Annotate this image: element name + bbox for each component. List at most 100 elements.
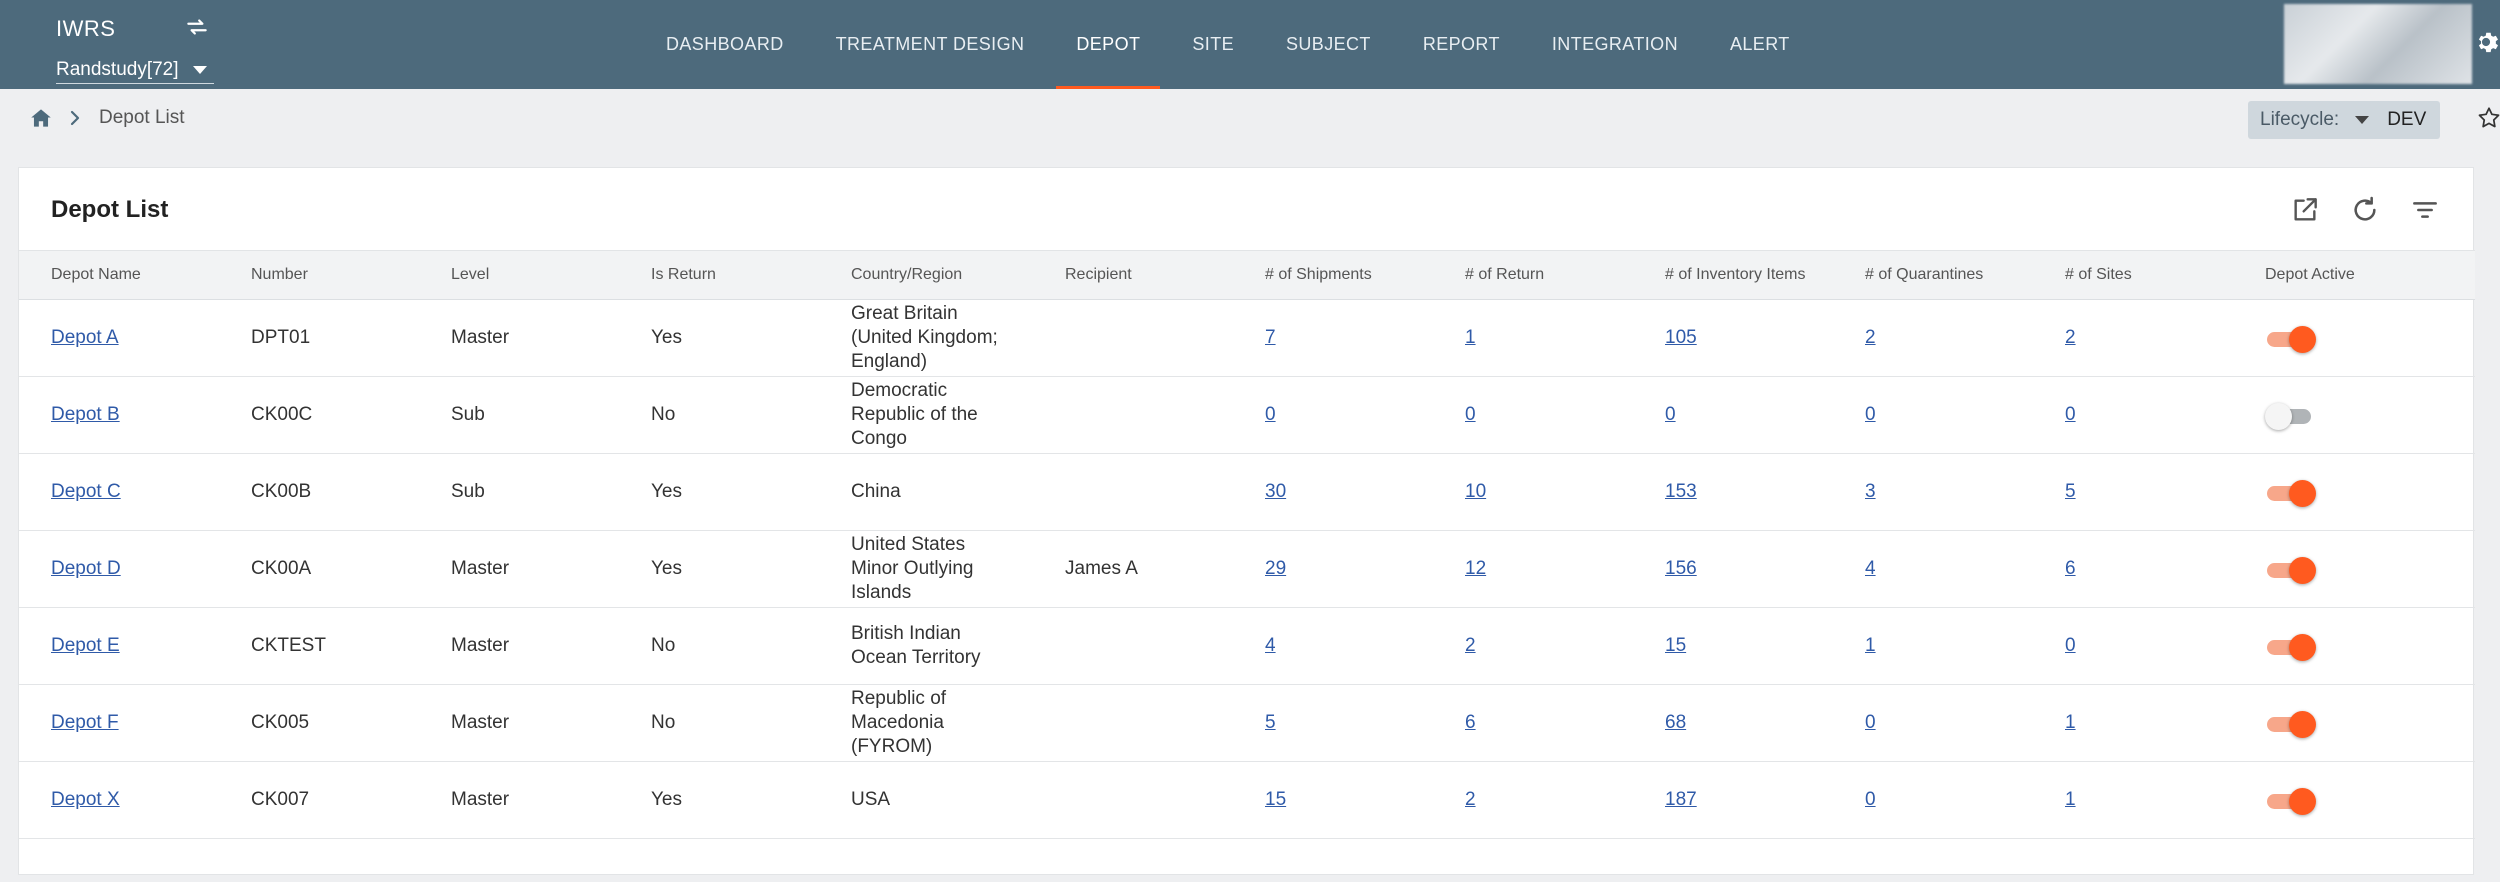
cell-number: DPT01 (219, 300, 419, 377)
nav-tab-treatment-design[interactable]: TREATMENT DESIGN (810, 0, 1051, 89)
column-header[interactable]: Depot Name (19, 250, 219, 300)
column-header[interactable]: Depot Active (2233, 250, 2475, 300)
sites-link[interactable]: 6 (2065, 558, 2076, 579)
returns-link[interactable]: 10 (1465, 481, 1486, 502)
refresh-icon[interactable] (2349, 194, 2381, 226)
sites-link[interactable]: 1 (2065, 712, 2076, 733)
depot-active-toggle[interactable] (2265, 711, 2317, 738)
depot-name-link[interactable]: Depot A (51, 327, 119, 348)
depot-name-link[interactable]: Depot C (51, 481, 121, 502)
column-header[interactable]: # of Return (1433, 250, 1633, 300)
cell-returns: 1 (1433, 300, 1633, 377)
open-in-new-icon[interactable] (2289, 194, 2321, 226)
filter-icon[interactable] (2409, 194, 2441, 226)
inventory-link[interactable]: 156 (1665, 558, 1697, 579)
sites-link[interactable]: 1 (2065, 789, 2076, 810)
quarantines-link[interactable]: 2 (1865, 327, 1876, 348)
home-icon[interactable] (28, 105, 54, 131)
toggle-knob (2289, 634, 2316, 661)
quarantines-link[interactable]: 0 (1865, 789, 1876, 810)
inventory-link[interactable]: 68 (1665, 712, 1686, 733)
returns-link[interactable]: 0 (1465, 404, 1476, 425)
nav-tab-subject[interactable]: SUBJECT (1260, 0, 1397, 89)
shipments-link[interactable]: 29 (1265, 558, 1286, 579)
cell-name: Depot C (19, 454, 219, 531)
quarantines-link[interactable]: 3 (1865, 481, 1876, 502)
cell-name: Depot E (19, 608, 219, 685)
shipments-link[interactable]: 4 (1265, 635, 1276, 656)
depot-name-link[interactable]: Depot B (51, 404, 120, 425)
column-header[interactable]: # of Sites (2033, 250, 2233, 300)
nav-tab-integration[interactable]: INTEGRATION (1526, 0, 1704, 89)
depot-active-toggle[interactable] (2265, 557, 2317, 584)
sites-link[interactable]: 5 (2065, 481, 2076, 502)
star-icon[interactable] (2476, 103, 2500, 133)
depot-name-link[interactable]: Depot F (51, 712, 119, 733)
gear-icon[interactable] (2472, 28, 2500, 56)
depot-active-toggle[interactable] (2265, 403, 2317, 430)
inventory-link[interactable]: 105 (1665, 327, 1697, 348)
sites-link[interactable]: 0 (2065, 635, 2076, 656)
nav-tab-site[interactable]: SITE (1166, 0, 1260, 89)
returns-link[interactable]: 1 (1465, 327, 1476, 348)
quarantines-link[interactable]: 0 (1865, 712, 1876, 733)
sites-link[interactable]: 0 (2065, 404, 2076, 425)
cell-quarantines: 0 (1833, 685, 2033, 762)
depot-name-link[interactable]: Depot X (51, 789, 120, 810)
depot-name-link[interactable]: Depot E (51, 635, 120, 656)
cell-text: Master (451, 558, 510, 579)
inventory-link[interactable]: 187 (1665, 789, 1697, 810)
column-header[interactable]: Country/Region (819, 250, 1033, 300)
cell-text: CK007 (251, 789, 310, 810)
swap-arrows-icon[interactable] (184, 14, 210, 40)
cell-number: CK007 (219, 762, 419, 839)
shipments-link[interactable]: 7 (1265, 327, 1276, 348)
depot-active-toggle[interactable] (2265, 480, 2317, 507)
column-header[interactable]: # of Inventory Items (1633, 250, 1833, 300)
quarantines-link[interactable]: 4 (1865, 558, 1876, 579)
nav-tab-dashboard[interactable]: DASHBOARD (640, 0, 810, 89)
cell-is-return: Yes (619, 531, 819, 608)
sites-link[interactable]: 2 (2065, 327, 2076, 348)
table-row: Depot A DPT01 Master Yes Great Britain (Unit… (19, 300, 2475, 377)
table-row: Depot E CKTEST Master No British Indian Ocea… (19, 608, 2475, 685)
column-header[interactable]: Number (219, 250, 419, 300)
study-selector[interactable]: Randstudy[72] (56, 56, 214, 84)
cell-sites: 1 (2033, 762, 2233, 839)
cell-returns: 12 (1433, 531, 1633, 608)
returns-link[interactable]: 6 (1465, 712, 1476, 733)
cell-inventory: 153 (1633, 454, 1833, 531)
depot-active-toggle[interactable] (2265, 326, 2317, 353)
cell-level: Sub (419, 454, 619, 531)
chevron-right-icon (70, 110, 80, 126)
column-header[interactable]: Recipient (1033, 250, 1233, 300)
column-header[interactable]: Level (419, 250, 619, 300)
depot-name-link[interactable]: Depot D (51, 558, 121, 579)
returns-link[interactable]: 2 (1465, 635, 1476, 656)
cell-text: No (651, 712, 676, 733)
returns-link[interactable]: 12 (1465, 558, 1486, 579)
depot-active-toggle[interactable] (2265, 634, 2317, 661)
quarantines-link[interactable]: 0 (1865, 404, 1876, 425)
quarantines-link[interactable]: 1 (1865, 635, 1876, 656)
lifecycle-selector[interactable]: Lifecycle: DEV (2248, 101, 2440, 139)
cell-sites: 6 (2033, 531, 2233, 608)
inventory-link[interactable]: 153 (1665, 481, 1697, 502)
cell-name: Depot B (19, 377, 219, 454)
column-header[interactable]: # of Shipments (1233, 250, 1433, 300)
cell-returns: 10 (1433, 454, 1633, 531)
column-header[interactable]: Is Return (619, 250, 819, 300)
inventory-link[interactable]: 15 (1665, 635, 1686, 656)
inventory-link[interactable]: 0 (1665, 404, 1676, 425)
shipments-link[interactable]: 15 (1265, 789, 1286, 810)
user-avatar[interactable] (2284, 4, 2472, 84)
nav-tab-report[interactable]: REPORT (1397, 0, 1526, 89)
returns-link[interactable]: 2 (1465, 789, 1476, 810)
shipments-link[interactable]: 0 (1265, 404, 1276, 425)
column-header[interactable]: # of Quarantines (1833, 250, 2033, 300)
depot-active-toggle[interactable] (2265, 788, 2317, 815)
shipments-link[interactable]: 30 (1265, 481, 1286, 502)
shipments-link[interactable]: 5 (1265, 712, 1276, 733)
nav-tab-alert[interactable]: ALERT (1704, 0, 1816, 89)
nav-tab-depot[interactable]: DEPOT (1050, 0, 1166, 89)
